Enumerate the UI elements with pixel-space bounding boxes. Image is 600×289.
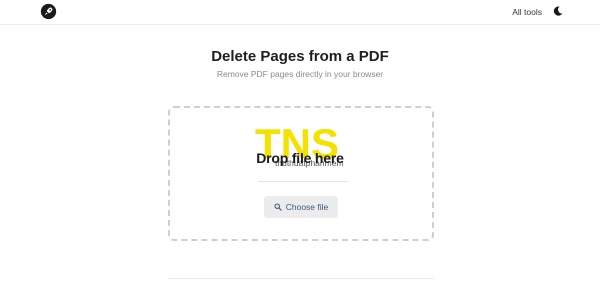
dropzone-divider [258, 181, 348, 182]
search-icon [274, 203, 282, 211]
rocket-logo-icon[interactable] [40, 3, 57, 20]
watermark-logo: TNS thuthuatphanmem [255, 120, 344, 168]
top-navbar: All tools [0, 0, 600, 25]
drop-prompt: Drop file here [256, 150, 344, 166]
content-divider [168, 278, 434, 279]
all-tools-link[interactable]: All tools [512, 7, 542, 17]
choose-file-button[interactable]: Choose file [264, 196, 338, 218]
choose-file-label: Choose file [285, 202, 329, 212]
moon-icon[interactable] [553, 6, 563, 16]
page-subtitle: Remove PDF pages directly in your browse… [216, 69, 384, 79]
page-title: Delete Pages from a PDF [211, 48, 389, 65]
